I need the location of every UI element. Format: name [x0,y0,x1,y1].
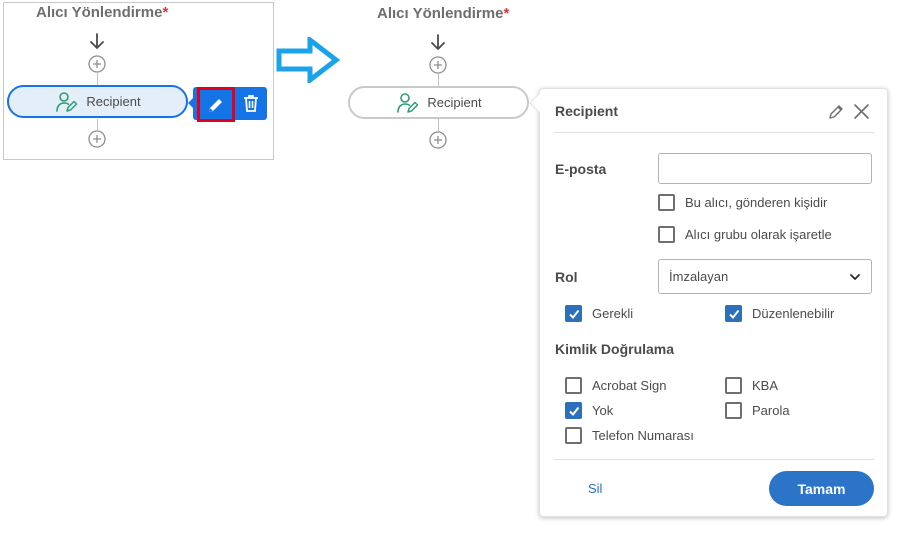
auth-option-kba[interactable]: KBA [725,377,778,394]
auth-option-label: KBA [752,378,779,393]
edit-recipient-button[interactable] [197,87,235,122]
auth-option-checkbox[interactable] [565,377,582,394]
plus-circle-icon[interactable] [88,55,106,73]
connector-line [438,74,439,86]
auth-option-none[interactable]: Yok [565,402,613,419]
email-field[interactable] [658,153,872,184]
required-checkbox-box[interactable] [565,305,582,322]
email-label: E-posta [555,161,607,177]
checkmark-icon [728,309,739,319]
auth-option-label: Acrobat Sign [592,378,667,393]
connector-line [438,119,439,131]
delete-link[interactable]: Sil [588,481,602,496]
ok-button[interactable]: Tamam [769,471,874,506]
chevron-down-icon [850,273,860,280]
pencil-icon[interactable] [828,103,845,120]
auth-option-label: Telefon Numarası [592,428,694,443]
recipient-node-label: Recipient [427,95,482,110]
recipient-signer-icon [56,91,78,112]
connector-line [97,119,98,130]
right-arrow-icon [276,37,340,83]
auth-option-password[interactable]: Parola [725,402,790,419]
recipient-node-selected[interactable]: Recipient [7,85,188,118]
plus-circle-icon[interactable] [88,130,106,148]
trash-icon [244,95,258,112]
role-selected-value: İmzalayan [669,269,729,284]
auth-option-checkbox[interactable] [565,427,582,444]
sender-checkbox-box[interactable] [658,194,675,211]
left-required-marker: * [162,4,169,21]
group-checkbox-label: Alıcı grubu olarak işaretle [685,227,832,242]
panel-footer-divider [554,459,874,460]
arrow-down-icon [431,34,445,50]
delete-recipient-button[interactable] [238,89,264,117]
panel-header-divider [554,132,874,133]
right-required-marker: * [503,5,510,22]
group-checkbox-box[interactable] [658,226,675,243]
auth-option-checkbox[interactable] [565,402,582,419]
auth-option-label: Yok [592,403,614,418]
recipient-node[interactable]: Recipient [348,86,529,119]
auth-option-label: Parola [752,403,790,418]
editable-checkbox-label: Düzenlenebilir [752,306,835,321]
close-icon[interactable] [853,103,870,120]
recipient-signer-icon [397,92,419,113]
authentication-label: Kimlik Doğrulama [555,341,675,357]
auth-option-acrobat-sign[interactable]: Acrobat Sign [565,377,666,394]
left-flow-title: Alıcı Yönlendirme* [36,4,168,21]
sender-checkbox-label: Bu alıcı, gönderen kişidir [685,195,828,210]
required-checkbox-label: Gerekli [592,306,634,321]
role-label: Rol [555,269,578,285]
editable-checkbox-box[interactable] [725,305,742,322]
role-select[interactable]: İmzalayan [658,259,872,294]
auth-option-checkbox[interactable] [725,402,742,419]
checkmark-icon [568,406,579,416]
right-flow-title-text: Alıcı Yönlendirme [377,5,504,22]
group-checkbox[interactable]: Alıcı grubu olarak işaretle [658,226,832,243]
panel-title: Recipient [555,103,619,119]
recipient-settings-panel: Recipient E-posta Bu alıcı, gönderen kiş… [539,88,888,517]
editable-checkbox[interactable]: Düzenlenebilir [725,305,834,322]
recipient-node-label: Recipient [86,94,141,109]
auth-option-checkbox[interactable] [725,377,742,394]
left-flow-title-text: Alıcı Yönlendirme [36,4,163,21]
arrow-down-icon [90,33,104,49]
sender-checkbox[interactable]: Bu alıcı, gönderen kişidir [658,194,827,211]
plus-circle-icon[interactable] [429,131,447,149]
pencil-icon [209,98,222,112]
left-flow-frame [3,2,274,160]
checkmark-icon [568,309,579,319]
required-checkbox[interactable]: Gerekli [565,305,633,322]
auth-option-phone[interactable]: Telefon Numarası [565,427,694,444]
plus-circle-icon[interactable] [429,56,447,74]
right-flow-title: Alıcı Yönlendirme* [377,5,509,22]
